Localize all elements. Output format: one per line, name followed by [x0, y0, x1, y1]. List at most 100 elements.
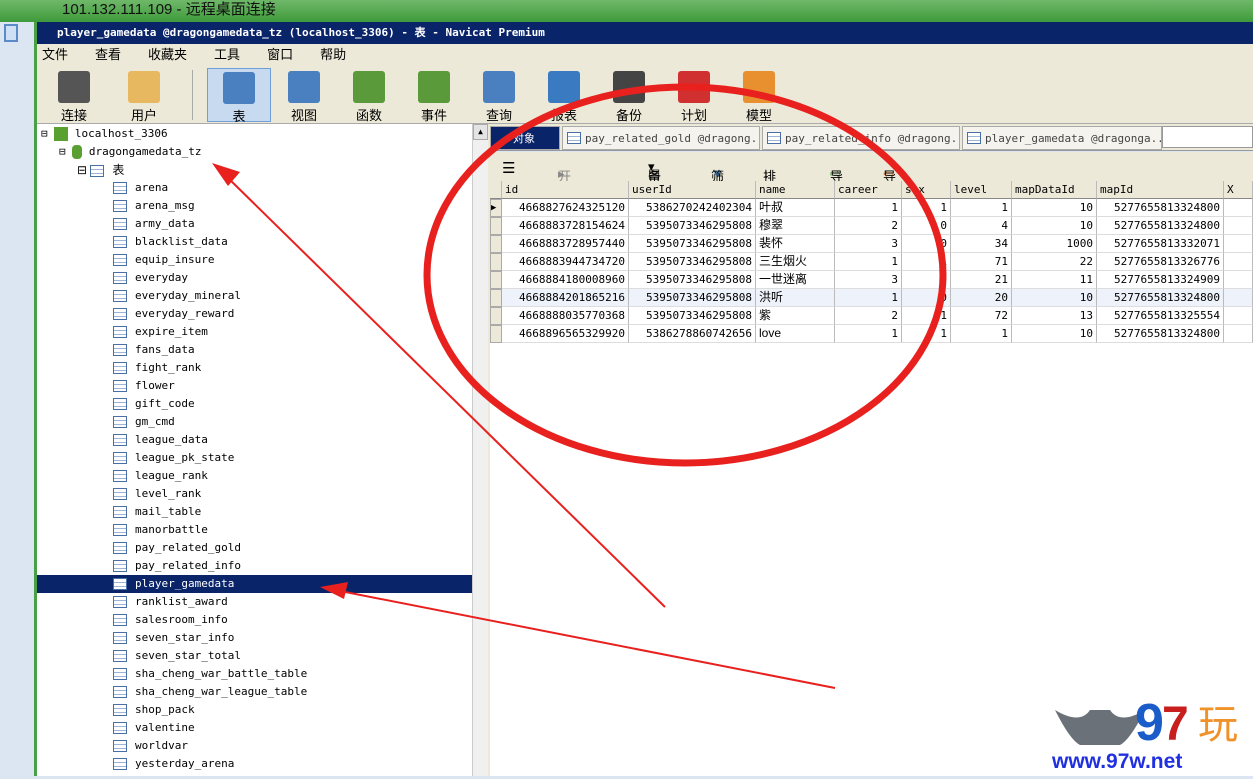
tree-table-item[interactable]: arena — [113, 179, 168, 197]
column-header[interactable]: userId — [629, 181, 756, 199]
cell-mapDataId[interactable]: 11 — [1012, 271, 1097, 289]
tree-table-item[interactable]: equip_insure — [113, 251, 214, 269]
cell-name[interactable]: 一世迷离 — [756, 271, 835, 289]
cell-id[interactable]: 4668827624325120 — [502, 199, 629, 217]
toolbar-button-2[interactable]: 表 — [207, 68, 271, 124]
row-selector[interactable] — [490, 271, 502, 289]
tree-table-item[interactable]: everyday_mineral — [113, 287, 241, 305]
cell-id[interactable]: 4668883944734720 — [502, 253, 629, 271]
tree-table-item[interactable]: seven_star_total — [113, 647, 241, 665]
toolbar-button-8[interactable]: 备份 — [597, 68, 661, 123]
cell-name[interactable]: 洪听 — [756, 289, 835, 307]
cell-mapId[interactable]: 5277655813325554 — [1097, 307, 1224, 325]
table-row[interactable]: 4668896565329920 5386278860742656 love 1 1 1 1… — [490, 325, 1253, 343]
cell-mapId[interactable]: 5277655813324800 — [1097, 217, 1224, 235]
cell-career[interactable]: 3 — [835, 271, 902, 289]
tab-0[interactable]: 对象 — [490, 126, 560, 150]
cell-userId[interactable]: 5395073346295808 — [629, 307, 756, 325]
cell-sex[interactable]: 1 — [902, 199, 951, 217]
toolbar-button-5[interactable]: 事件 — [402, 68, 466, 123]
tree-table-item[interactable]: gm_cmd — [113, 413, 175, 431]
row-selector[interactable] — [490, 235, 502, 253]
table-row[interactable]: 4668883728154624 5395073346295808 穆翠 2 0 4 10 5… — [490, 217, 1253, 235]
row-selector[interactable] — [490, 289, 502, 307]
cell-level[interactable]: 1 — [951, 325, 1012, 343]
toolbar-button-3[interactable]: 视图 — [272, 68, 336, 123]
tree-database[interactable]: ⊟ dragongamedata_tz — [59, 143, 201, 161]
memo-button[interactable]: ▤ 备注 ▾ — [648, 159, 661, 203]
cell-sex[interactable]: 1 — [902, 253, 951, 271]
cell-mapId[interactable]: 5277655813324800 — [1097, 199, 1224, 217]
table-row[interactable]: 4668884201865216 5395073346295808 洪听 1 0 20 10… — [490, 289, 1253, 307]
column-header[interactable]: mapId — [1097, 181, 1224, 199]
column-header[interactable]: sex — [902, 181, 951, 199]
cell-mapDataId[interactable]: 1000 — [1012, 235, 1097, 253]
cell-mapDataId[interactable]: 13 — [1012, 307, 1097, 325]
tree-table-item[interactable]: arena_msg — [113, 197, 195, 215]
row-selector[interactable]: ▶ — [490, 199, 502, 217]
cell-userId[interactable]: 5395073346295808 — [629, 235, 756, 253]
cell-mapDataId[interactable]: 10 — [1012, 325, 1097, 343]
cell-id[interactable]: 4668896565329920 — [502, 325, 629, 343]
column-header[interactable]: name — [756, 181, 835, 199]
cell-level[interactable]: 4 — [951, 217, 1012, 235]
menu-item[interactable]: 文件 — [42, 47, 68, 62]
cell-mapId[interactable]: 5277655813324800 — [1097, 289, 1224, 307]
column-header[interactable]: career — [835, 181, 902, 199]
menu-icon[interactable]: ☰ — [502, 159, 515, 177]
cell-mapDataId[interactable]: 10 — [1012, 199, 1097, 217]
cell-X[interactable] — [1224, 289, 1253, 307]
tree-table-item[interactable]: pay_related_gold — [113, 539, 241, 557]
menu-item[interactable]: 收藏夹 — [148, 47, 187, 62]
cell-sex[interactable]: 1 — [902, 325, 951, 343]
tree-table-item[interactable]: sha_cheng_war_league_table — [113, 683, 307, 701]
tree-table-item[interactable]: gift_code — [113, 395, 195, 413]
cell-name[interactable]: 穆翠 — [756, 217, 835, 235]
cell-name[interactable]: 裴怀 — [756, 235, 835, 253]
tree-scrollbar[interactable]: ▲ — [472, 124, 488, 776]
cell-mapDataId[interactable]: 10 — [1012, 289, 1097, 307]
menu-item[interactable]: 帮助 — [320, 47, 346, 62]
cell-id[interactable]: 4668884201865216 — [502, 289, 629, 307]
tree-table-item[interactable]: worldvar — [113, 737, 188, 755]
tab-3[interactable]: player_gamedata @dragonga... — [962, 126, 1162, 150]
scroll-up-arrow-icon[interactable]: ▲ — [473, 124, 488, 140]
cell-career[interactable]: 1 — [835, 325, 902, 343]
tab-1[interactable]: pay_related_gold @dragong... — [562, 126, 760, 150]
cell-sex[interactable]: 0 — [902, 217, 951, 235]
tree-table-item[interactable]: seven_star_info — [113, 629, 234, 647]
cell-id[interactable]: 4668884180008960 — [502, 271, 629, 289]
tree-table-item[interactable]: expire_item — [113, 323, 208, 341]
column-header[interactable]: X — [1224, 181, 1253, 199]
cell-level[interactable]: 20 — [951, 289, 1012, 307]
cell-userId[interactable]: 5395073346295808 — [629, 253, 756, 271]
cell-career[interactable]: 1 — [835, 289, 902, 307]
tree-table-item[interactable]: player_gamedata — [37, 575, 472, 593]
tree-table-item[interactable]: shop_pack — [113, 701, 195, 719]
cell-career[interactable]: 2 — [835, 217, 902, 235]
cell-name[interactable]: 紫 — [756, 307, 835, 325]
menu-item[interactable]: 查看 — [95, 47, 121, 62]
cell-career[interactable]: 1 — [835, 199, 902, 217]
cell-X[interactable] — [1224, 271, 1253, 289]
tree-table-item[interactable]: fight_rank — [113, 359, 201, 377]
table-row[interactable]: 4668883728957440 5395073346295808 裴怀 3 0 34 10… — [490, 235, 1253, 253]
cell-career[interactable]: 2 — [835, 307, 902, 325]
tree-table-item[interactable]: valentine — [113, 719, 195, 737]
tree-table-item[interactable]: everyday — [113, 269, 188, 287]
cell-id[interactable]: 4668883728957440 — [502, 235, 629, 253]
cell-userId[interactable]: 5386270242402304 — [629, 199, 756, 217]
cell-name[interactable]: love — [756, 325, 835, 343]
table-row[interactable]: 4668888035770368 5395073346295808 紫 2 1 72 13 5… — [490, 307, 1253, 325]
column-header[interactable]: mapDataId — [1012, 181, 1097, 199]
cell-mapId[interactable]: 5277655813326776 — [1097, 253, 1224, 271]
cell-mapId[interactable]: 5277655813324800 — [1097, 325, 1224, 343]
cell-X[interactable] — [1224, 199, 1253, 217]
cell-career[interactable]: 1 — [835, 253, 902, 271]
cell-id[interactable]: 4668883728154624 — [502, 217, 629, 235]
toolbar-button-10[interactable]: 模型 — [727, 68, 791, 123]
row-selector[interactable] — [490, 325, 502, 343]
cell-career[interactable]: 3 — [835, 235, 902, 253]
tree-table-item[interactable]: yesterday_arena — [113, 755, 234, 773]
cell-X[interactable] — [1224, 217, 1253, 235]
